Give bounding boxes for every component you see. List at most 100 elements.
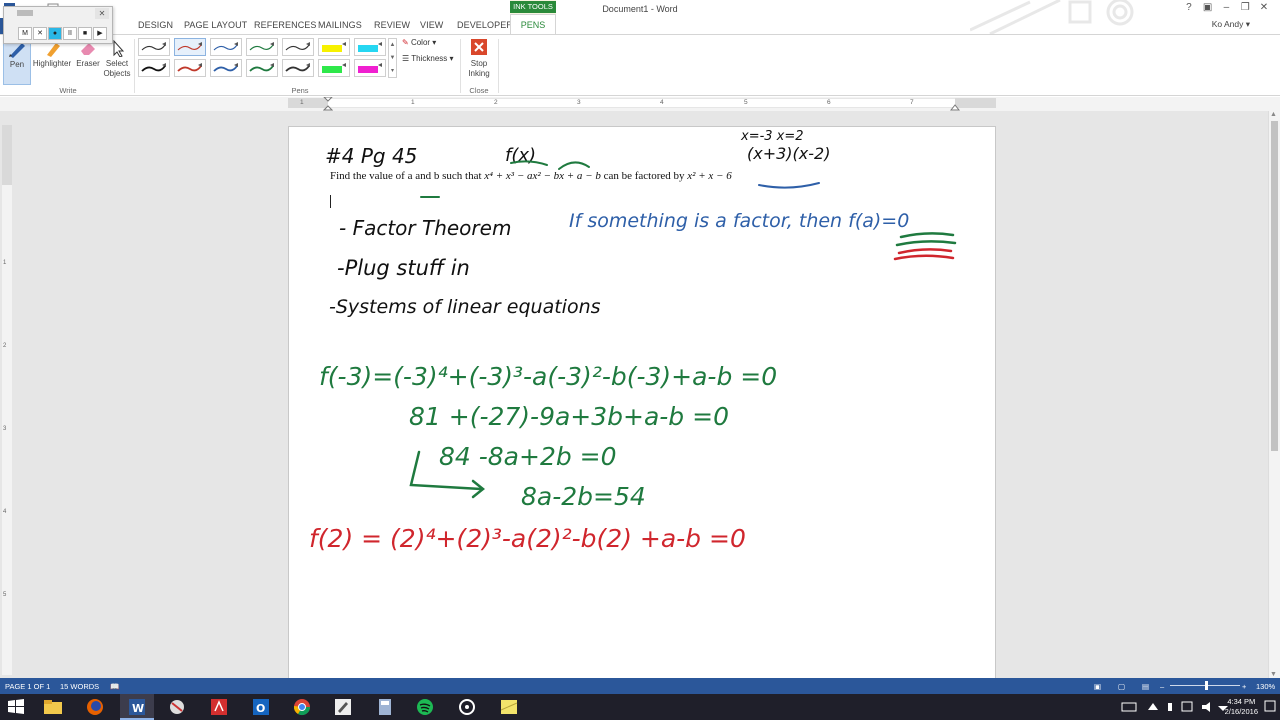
color-button[interactable]: ✎ Color ▾ <box>402 38 436 47</box>
minimize-icon[interactable]: – <box>1218 2 1234 13</box>
notifications-icon[interactable] <box>1264 700 1276 714</box>
zoom-in-icon[interactable]: + <box>1242 682 1246 691</box>
clock-time: 4:34 PM <box>1227 697 1256 706</box>
inkbar-record-button[interactable]: ● <box>48 27 62 40</box>
user-name: Ko Andy <box>1211 19 1244 29</box>
right-indent-marker[interactable] <box>950 103 960 111</box>
inkbar-play-button[interactable]: ▶ <box>93 27 107 40</box>
print-layout-icon[interactable]: ▢ <box>1118 682 1125 691</box>
tab-references[interactable]: REFERENCES <box>254 20 317 30</box>
pen-swatch[interactable] <box>354 38 386 56</box>
indent-markers[interactable] <box>323 97 333 111</box>
word-icon[interactable]: W <box>126 697 148 717</box>
scroll-down-icon[interactable]: ▼ <box>1270 671 1277 678</box>
stop-inking-button[interactable]: Stop Inking <box>463 39 495 79</box>
ink-mark <box>558 161 590 170</box>
ribbon-options-icon[interactable]: ▣ <box>1200 2 1216 13</box>
inkscape-icon[interactable] <box>332 697 354 717</box>
pen-swatch[interactable] <box>210 38 242 56</box>
horizontal-ruler[interactable]: 1 1 2 3 4 5 6 7 <box>0 97 1280 111</box>
chrome-icon[interactable] <box>291 697 313 717</box>
pen-swatch[interactable] <box>354 59 386 77</box>
restore-icon[interactable]: ❐ <box>1237 2 1253 13</box>
ink-layer: #4 Pg 45 f(x) x=-3 x=2 (x+3)(x-2) - Fact… <box>309 129 957 553</box>
word-count[interactable]: 15 WORDS <box>60 682 99 691</box>
tab-view[interactable]: VIEW <box>420 20 443 30</box>
outlook-icon[interactable]: O <box>250 697 272 717</box>
pen-swatch[interactable] <box>138 59 170 77</box>
user-account[interactable]: Ko Andy ▾ <box>1212 19 1250 30</box>
pens-gallery <box>138 38 398 78</box>
gallery-scroll[interactable]: ▲ ▼ ▾ <box>388 38 397 78</box>
pen-swatch[interactable] <box>282 38 314 56</box>
pen-swatch[interactable] <box>318 59 350 77</box>
vruler-number: 1 <box>3 260 7 266</box>
acrobat-icon[interactable] <box>208 697 230 717</box>
pen-stroke-icon <box>358 63 382 73</box>
stop-inking-icon <box>471 39 487 55</box>
zoom-slider-thumb[interactable] <box>1205 681 1208 690</box>
scrollbar-thumb[interactable] <box>1271 121 1278 451</box>
eraser-button-label: Eraser <box>76 59 100 68</box>
tab-mailings[interactable]: MAILINGS <box>318 20 362 30</box>
pen-swatch[interactable] <box>138 38 170 56</box>
web-layout-icon[interactable]: ▤ <box>1142 682 1149 691</box>
vertical-scrollbar[interactable]: ▲ ▼ <box>1268 111 1280 678</box>
notes-icon[interactable] <box>498 697 520 717</box>
group-separator <box>498 39 499 93</box>
proofing-icon[interactable]: 📖 <box>110 682 119 691</box>
scroll-up-icon[interactable]: ▲ <box>1270 111 1277 118</box>
inkbar-cancel-button[interactable]: ✕ <box>33 27 47 40</box>
pen-swatch[interactable] <box>246 38 278 56</box>
ruler-right-margin <box>955 98 996 108</box>
file-explorer-icon[interactable] <box>42 697 64 717</box>
windows-taskbar: W O 4:34 PM 2/16/2016 <box>0 694 1280 720</box>
close-group-label: Close <box>469 86 489 95</box>
ink-tools-context: INK TOOLS PENS <box>510 0 556 34</box>
zoom-out-icon[interactable]: – <box>1160 682 1164 691</box>
tab-page-layout[interactable]: PAGE LAYOUT <box>184 20 247 30</box>
calculator-icon[interactable] <box>374 697 396 717</box>
tab-review[interactable]: REVIEW <box>374 20 410 30</box>
page-count[interactable]: PAGE 1 OF 1 <box>5 682 50 691</box>
ink-equation-2: 81 +(-27)-9a+3b+a-b =0 <box>409 402 729 431</box>
pen-swatch[interactable] <box>246 59 278 77</box>
inkbar-close-icon[interactable]: ✕ <box>95 8 109 19</box>
pen-stroke-icon <box>141 42 166 51</box>
ruler-number: 1 <box>300 99 304 106</box>
close-icon[interactable]: ✕ <box>1256 2 1272 13</box>
app-icon-flower[interactable] <box>456 697 478 717</box>
pen-swatch[interactable] <box>174 59 206 77</box>
system-tray[interactable] <box>1120 700 1230 714</box>
help-icon[interactable]: ? <box>1181 2 1197 13</box>
app-icon-ball[interactable] <box>166 697 188 717</box>
toolbar-grip-icon[interactable] <box>17 10 33 16</box>
zoom-level[interactable]: 130% <box>1256 682 1275 691</box>
spotify-icon[interactable] <box>414 697 436 717</box>
taskbar-clock[interactable]: 4:34 PM 2/16/2016 <box>1225 697 1258 717</box>
ink-mark <box>899 232 955 239</box>
tab-design[interactable]: DESIGN <box>138 20 173 30</box>
ink-mark <box>895 240 957 247</box>
select-objects-button[interactable]: Select Objects <box>102 39 132 79</box>
pen-swatch[interactable] <box>210 59 242 77</box>
start-windows-icon[interactable] <box>5 697 27 717</box>
pen-swatch[interactable] <box>174 38 206 56</box>
ink-method-factor-theorem: - Factor Theorem <box>339 216 511 240</box>
tab-developer[interactable]: DEVELOPER <box>457 20 513 30</box>
inkbar-menu-button[interactable]: M <box>18 27 32 40</box>
pen-swatch[interactable] <box>318 38 350 56</box>
inkbar-pause-button[interactable]: II <box>63 27 77 40</box>
pen-stroke-icon <box>285 63 310 72</box>
vertical-ruler[interactable]: 1 2 3 4 5 <box>2 125 12 675</box>
ink-factors: (x+3)(x-2) <box>747 144 830 163</box>
read-mode-icon[interactable]: ▣ <box>1094 682 1101 691</box>
inkbar-stop-button[interactable]: ■ <box>78 27 92 40</box>
pen-button[interactable]: Pen <box>3 39 31 85</box>
document-page[interactable]: Find the value of a and b such that x⁴ +… <box>288 126 996 678</box>
thickness-button[interactable]: ☰ Thickness ▾ <box>402 54 454 63</box>
tab-pens[interactable]: PENS <box>510 14 556 34</box>
vruler-number: 2 <box>3 343 7 349</box>
firefox-icon[interactable] <box>84 697 106 717</box>
pen-swatch[interactable] <box>282 59 314 77</box>
